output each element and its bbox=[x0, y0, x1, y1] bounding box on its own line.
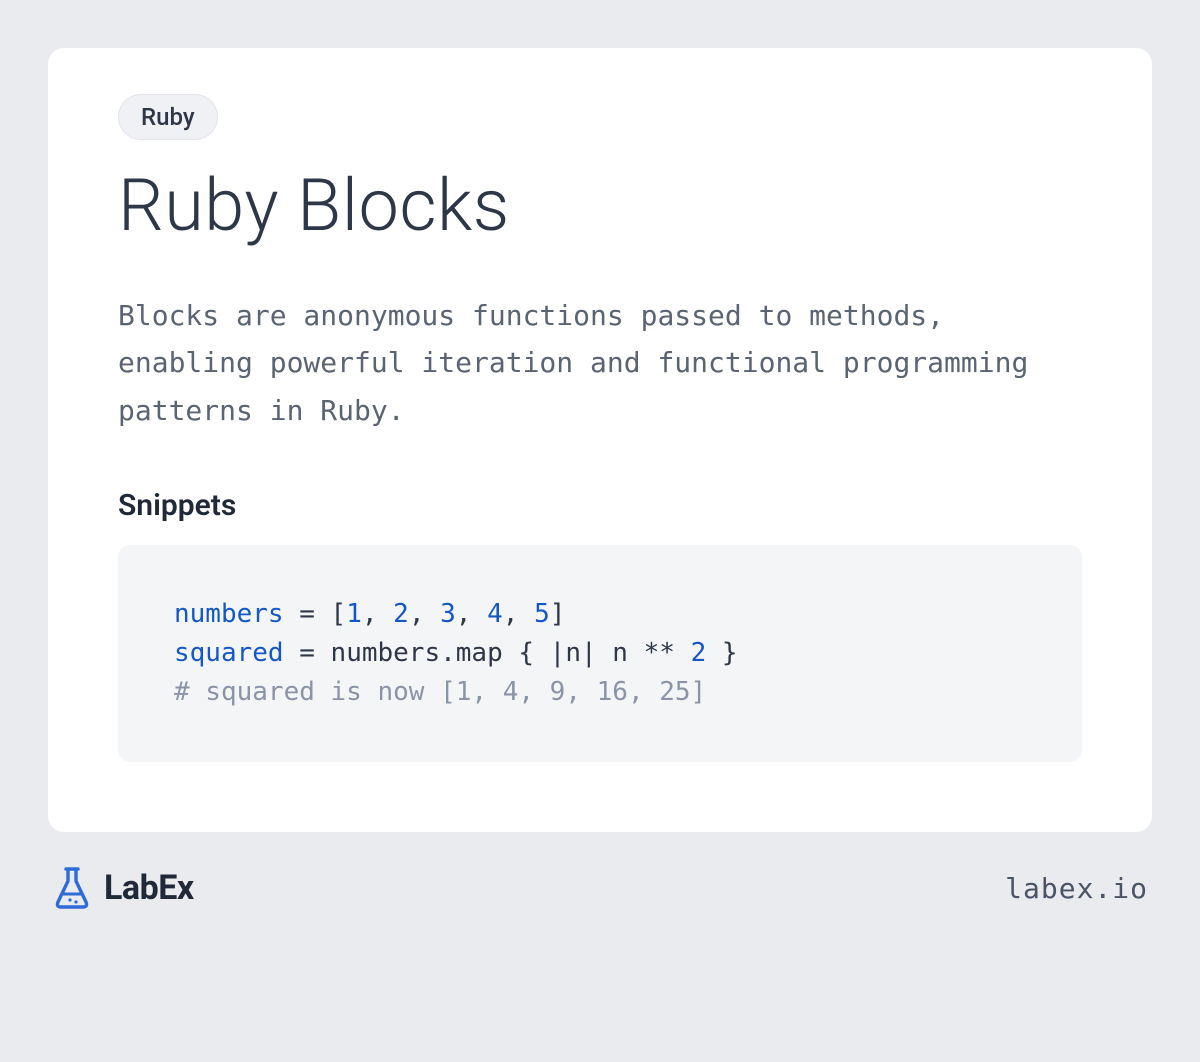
code-text: } bbox=[706, 638, 737, 668]
code-text: , bbox=[362, 599, 393, 629]
page-title: Ruby Blocks bbox=[118, 168, 1082, 244]
brand: LabEx bbox=[52, 866, 194, 910]
flask-icon bbox=[52, 866, 92, 910]
code-text: ] bbox=[550, 599, 566, 629]
code-comment: # squared is now [1, 4, 9, 16, 25] bbox=[174, 677, 706, 707]
code-identifier: numbers bbox=[174, 599, 284, 629]
code-text: , bbox=[409, 599, 440, 629]
language-tag: Ruby bbox=[118, 94, 218, 140]
code-text: , bbox=[503, 599, 534, 629]
code-number: 3 bbox=[440, 599, 456, 629]
code-identifier: squared bbox=[174, 638, 284, 668]
code-text: = numbers.map { |n| n ** bbox=[284, 638, 691, 668]
site-url: labex.io bbox=[1005, 872, 1148, 905]
content-card: Ruby Ruby Blocks Blocks are anonymous fu… bbox=[48, 48, 1152, 832]
code-number: 1 bbox=[346, 599, 362, 629]
code-number: 2 bbox=[393, 599, 409, 629]
footer: LabEx labex.io bbox=[48, 832, 1152, 910]
code-snippet: numbers = [1, 2, 3, 4, 5] squared = numb… bbox=[118, 545, 1082, 762]
code-text: = [ bbox=[284, 599, 347, 629]
brand-name: LabEx bbox=[104, 868, 194, 908]
code-number: 5 bbox=[534, 599, 550, 629]
code-number: 2 bbox=[691, 638, 707, 668]
description-text: Blocks are anonymous functions passed to… bbox=[118, 292, 1082, 435]
code-text: , bbox=[456, 599, 487, 629]
code-number: 4 bbox=[487, 599, 503, 629]
snippets-heading: Snippets bbox=[118, 488, 1082, 523]
